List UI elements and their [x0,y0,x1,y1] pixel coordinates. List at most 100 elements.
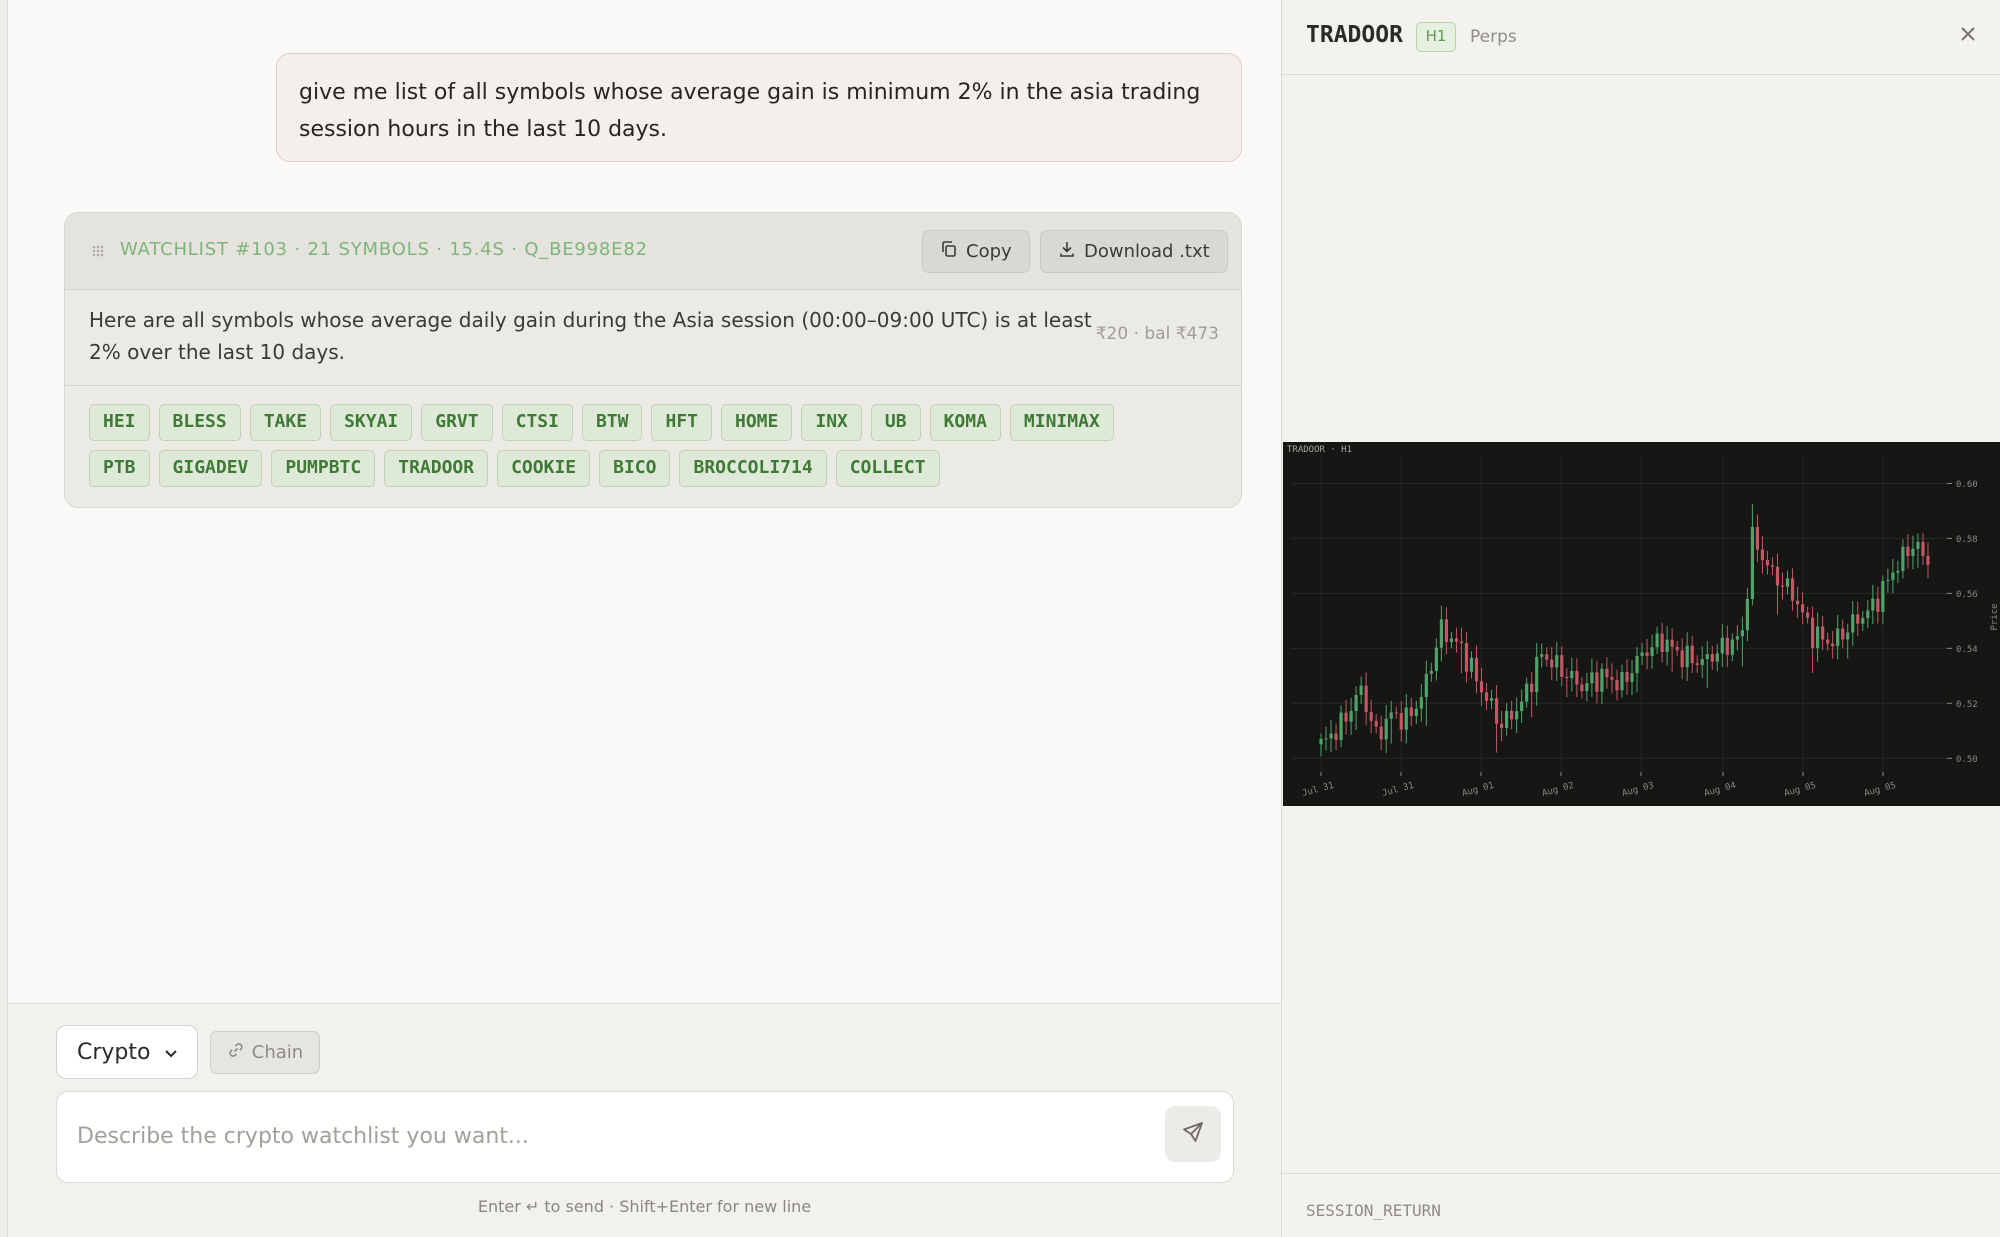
candle-body [1379,726,1383,740]
watchlist-card: WATCHLIST #103 · 21 SYMBOLS · 15.4S · Q_… [64,212,1242,508]
panel-symbol: TRADOOR [1306,22,1403,48]
candle-body [1530,683,1534,693]
symbol-chip[interactable]: GRVT [421,404,493,441]
keyboard-hint: Enter ↵ to send · Shift+Enter for new li… [477,1197,812,1216]
symbol-chip[interactable]: MINIMAX [1009,404,1114,441]
symbol-chip[interactable]: KOMA [929,404,1001,441]
drag-handle-icon[interactable] [91,244,105,258]
candle-body [1484,692,1489,701]
x-tick-label: Jul 31 [1381,781,1415,799]
candle-body [1630,673,1634,682]
candle-body [1886,579,1890,582]
symbol-chip[interactable]: HOME [721,404,793,441]
candle-body [1916,541,1920,549]
candle-body [1881,581,1885,612]
symbol-chip[interactable]: HFT [651,404,712,441]
symbol-chip[interactable]: INX [801,404,862,441]
symbol-chip[interactable]: BICO [599,450,671,487]
symbol-chip[interactable]: BTW [581,404,643,441]
candle-body [1710,654,1714,662]
send-button[interactable] [1165,1106,1221,1162]
candle-body [1650,647,1654,657]
candle-body [1645,652,1649,657]
candle-body [1520,701,1524,712]
x-tick-label: Aug 02 [1541,781,1575,799]
panel-footer: SESSION_RETURN [1282,1173,2000,1237]
close-icon[interactable] [1953,21,1983,51]
candle-body [1369,712,1373,721]
user-message-text: give me list of all symbols whose averag… [299,80,1201,142]
symbol-chip[interactable]: COOKIE [497,450,591,487]
candle-body [1409,707,1413,717]
candle-body [1625,672,1629,682]
candle-body [1505,710,1509,728]
market-select[interactable]: Crypto [56,1025,198,1079]
symbol-chip[interactable]: SKYAI [330,404,413,441]
candle-body [1876,598,1880,612]
symbol-chip[interactable]: COLLECT [835,450,940,487]
candle-body [1665,639,1669,653]
symbol-chip[interactable]: HEI [89,404,150,441]
candle-body [1389,712,1393,719]
candle-body [1610,677,1614,680]
panel-header: TRADOOR H1 Perps [1282,0,2000,75]
symbol-chip[interactable]: CTSI [501,404,573,441]
symbol-chip[interactable]: PTB [89,450,150,487]
candle-body [1339,712,1343,740]
copy-button-label: Copy [966,241,1012,262]
symbol-chip[interactable]: BROCCOLI714 [679,450,827,487]
y-tick-label: 0.54 [1956,645,1978,655]
candle-body [1444,619,1449,642]
candle-body [1851,614,1855,633]
candle-body [1896,570,1900,573]
y-tick-label: 0.60 [1956,480,1978,490]
candle-body [1926,555,1930,565]
prompt-input[interactable] [77,1118,1097,1154]
candle-body [1469,657,1474,672]
timeframe-badge: H1 [1416,22,1456,52]
x-tick-label: Aug 01 [1461,781,1495,799]
candle-body [1344,712,1348,722]
x-tick-label: Aug 03 [1621,781,1655,799]
candle-body [1364,685,1368,713]
candle-body [1605,668,1609,678]
candle-body [1459,641,1464,644]
candle-body [1585,683,1589,692]
candle-body [1831,643,1835,647]
candle-body [1755,526,1760,550]
symbol-chip[interactable]: BLESS [158,404,241,441]
candle-body [1600,668,1604,692]
symbol-chip[interactable]: PUMPBTC [271,450,376,487]
candle-body [1349,711,1353,722]
copy-button[interactable]: Copy [922,230,1030,273]
watchlist-title: WATCHLIST #103 · 21 SYMBOLS · 15.4S · Q_… [120,239,648,260]
candle-body [1790,578,1795,601]
x-tick-label: Aug 05 [1783,781,1817,799]
symbol-chip[interactable]: TRADOOR [384,450,489,487]
candle-body [1535,656,1539,693]
candle-body [1730,639,1734,655]
candle-body [1655,633,1659,648]
download-txt-button[interactable]: Download .txt [1040,230,1228,273]
metric-label: SESSION_RETURN [1306,1201,1441,1220]
price-chart[interactable]: 0.60 0.58 0.56 0.54 0.52 0.50 Jul 31 Jul 31 Aug … [1283,442,2000,806]
candle-body [1911,548,1915,556]
candle-body [1750,526,1755,599]
symbol-chip[interactable]: TAKE [249,404,322,441]
market-select-value: Crypto [77,1039,151,1065]
candle-body [1580,684,1584,692]
candle-body [1404,707,1408,730]
y-tick-label: 0.56 [1956,590,1978,600]
candle-body [1826,639,1830,644]
symbol-chip[interactable]: GIGADEV [158,450,263,487]
candle-body [1856,614,1860,624]
candle-body [1414,708,1418,717]
candle-body [1374,720,1378,727]
y-tick-label: 0.52 [1956,700,1978,710]
query-cost: ₹20 · bal ₹473 [1095,324,1219,344]
candle-body [1620,672,1624,691]
symbol-chip[interactable]: UB [870,404,921,441]
candle-body [1690,645,1694,664]
chain-button[interactable]: Chain [210,1031,320,1074]
candle-body [1805,612,1810,618]
